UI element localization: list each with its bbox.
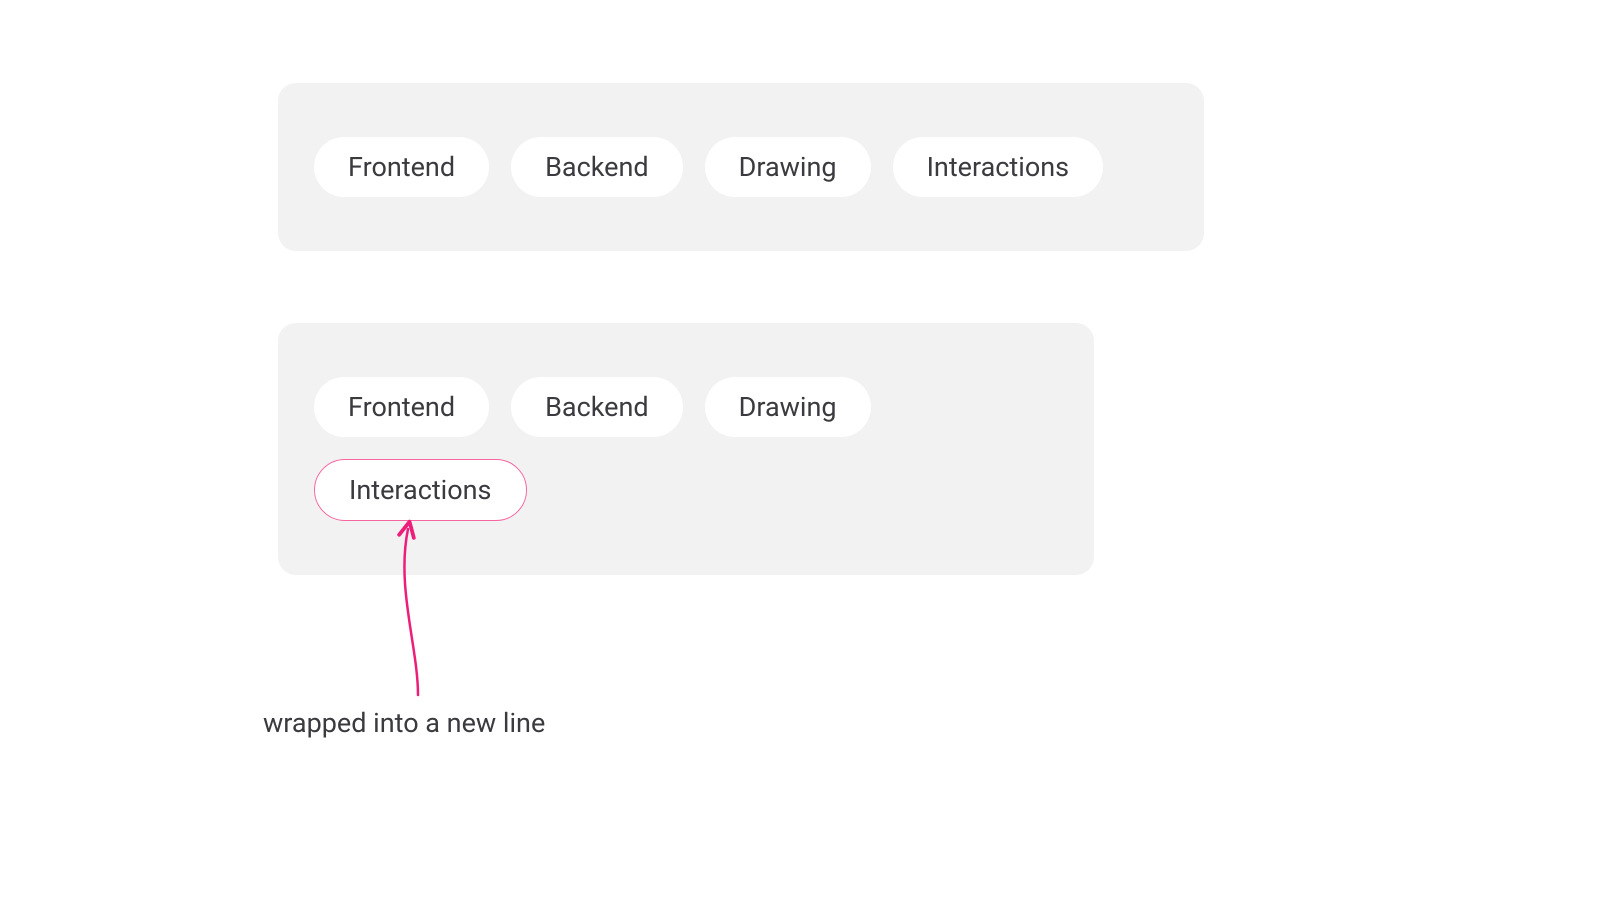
example-container-wide: Frontend Backend Drawing Interactions	[278, 83, 1204, 251]
pill-label: Backend	[545, 391, 649, 423]
pill-drawing[interactable]: Drawing	[705, 137, 871, 197]
pill-label: Backend	[545, 151, 649, 183]
pill-frontend[interactable]: Frontend	[314, 377, 489, 437]
pill-drawing[interactable]: Drawing	[705, 377, 871, 437]
pill-label: Drawing	[739, 391, 837, 423]
pill-frontend[interactable]: Frontend	[314, 137, 489, 197]
pill-label: Interactions	[927, 151, 1070, 183]
pill-backend[interactable]: Backend	[511, 137, 683, 197]
pill-backend[interactable]: Backend	[511, 377, 683, 437]
pill-label: Interactions	[349, 474, 492, 506]
annotation-label: wrapped into a new line	[263, 707, 545, 739]
pill-label: Frontend	[348, 151, 455, 183]
annotation-arrow-icon	[378, 517, 428, 697]
pill-interactions[interactable]: Interactions	[893, 137, 1104, 197]
pill-interactions-wrapped[interactable]: Interactions	[314, 459, 527, 521]
pill-label: Drawing	[739, 151, 837, 183]
pill-label: Frontend	[348, 391, 455, 423]
